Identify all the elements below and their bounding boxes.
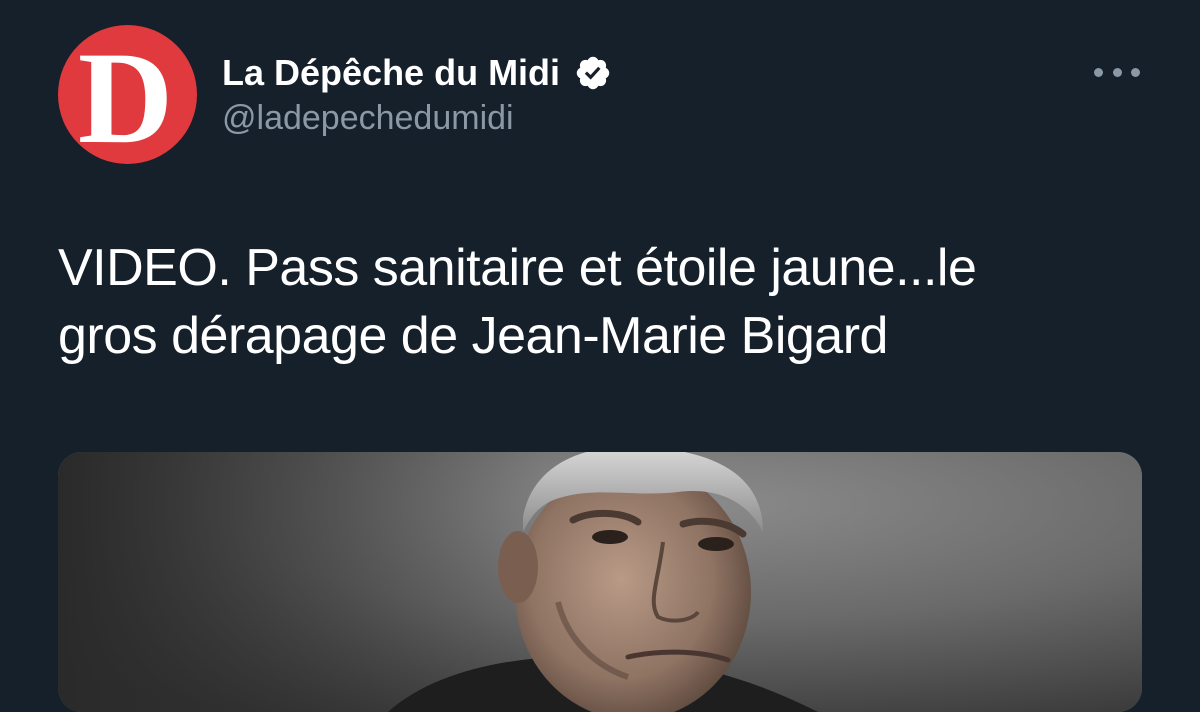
tweet-text: VIDEO. Pass sanitaire et étoile jaune...…: [58, 234, 1148, 370]
account-name-row: La Dépêche du Midi: [222, 48, 612, 98]
portrait-photo: [58, 452, 1142, 712]
tweet-text-line: VIDEO. Pass sanitaire et étoile jaune...…: [58, 239, 977, 297]
tweet-card: D La Dépêche du Midi @ladepechedumidi VI…: [0, 0, 1200, 712]
tweet-media-photo[interactable]: [58, 452, 1142, 712]
account-avatar[interactable]: D: [58, 25, 197, 164]
tweet-text-line: gros dérapage de Jean-Marie Bigard: [58, 307, 888, 365]
more-dot: [1112, 67, 1122, 77]
more-dot: [1094, 67, 1103, 77]
more-options-icon[interactable]: [1094, 62, 1140, 82]
more-dot: [1131, 67, 1140, 77]
avatar-logo-letter: D: [77, 25, 174, 164]
verified-badge-icon: [574, 54, 612, 92]
account-handle[interactable]: @ladepechedumidi: [222, 99, 514, 138]
account-display-name[interactable]: La Dépêche du Midi: [222, 52, 560, 94]
